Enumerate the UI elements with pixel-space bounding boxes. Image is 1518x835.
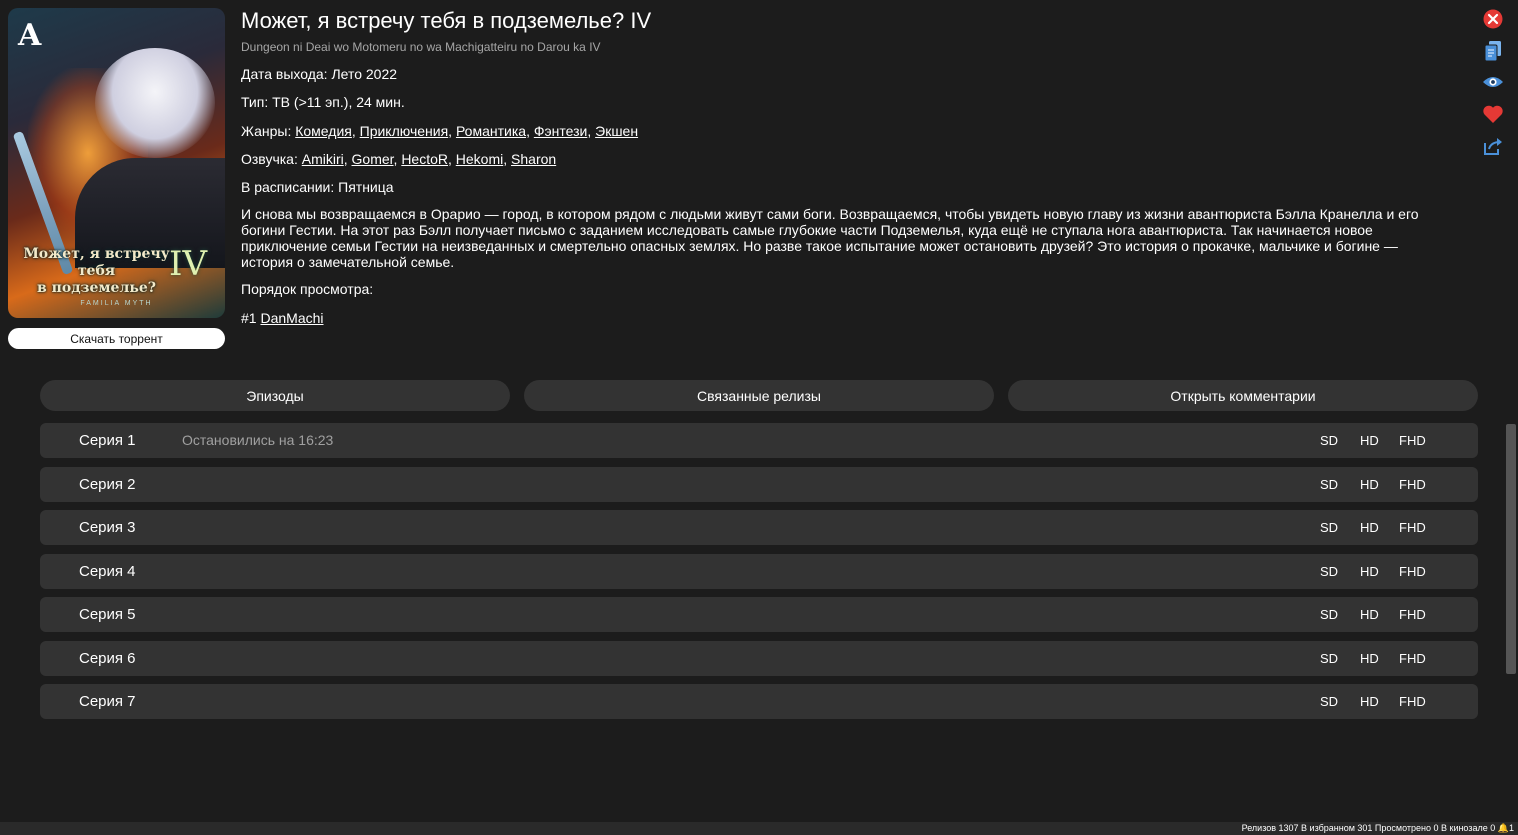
schedule-value: Пятница (338, 179, 394, 195)
tab-episodes[interactable]: Эпизоды (40, 380, 510, 411)
episode-row[interactable]: Серия 2 SD HD FHD (40, 467, 1478, 502)
copy-icon[interactable] (1482, 40, 1504, 62)
heart-icon[interactable] (1482, 103, 1504, 125)
quality-hd-button[interactable]: HD (1360, 564, 1379, 579)
status-bar: Релизов 1307 В избранном 301 Просмотрено… (0, 822, 1518, 835)
release-title: Может, я встречу тебя в подземелье? IV (241, 8, 652, 33)
scrollbar-thumb[interactable] (1506, 424, 1516, 674)
episode-name: Серия 6 (79, 650, 136, 667)
notification-bell-icon[interactable]: 🔔 (1498, 823, 1509, 833)
schedule-label: В расписании: (241, 179, 335, 195)
quality-sd-button[interactable]: SD (1320, 520, 1338, 535)
quality-sd-button[interactable]: SD (1320, 651, 1338, 666)
quality-hd-button[interactable]: HD (1360, 477, 1379, 492)
quality-sd-button[interactable]: SD (1320, 607, 1338, 622)
episode-row[interactable]: Серия 3 SD HD FHD (40, 510, 1478, 545)
quality-hd-button[interactable]: HD (1360, 694, 1379, 709)
download-torrent-button[interactable]: Скачать торрент (8, 328, 225, 349)
episode-resume-position: Остановились на 16:23 (182, 432, 334, 448)
episode-name: Серия 7 (79, 693, 136, 710)
episode-row[interactable]: Серия 6 SD HD FHD (40, 641, 1478, 676)
genre-link[interactable]: Экшен (595, 123, 638, 139)
notification-count: 1 (1508, 823, 1514, 833)
quality-fhd-button[interactable]: FHD (1399, 477, 1426, 492)
quality-sd-button[interactable]: SD (1320, 433, 1338, 448)
episode-name: Серия 4 (79, 563, 136, 580)
genre-link[interactable]: Приключения (360, 123, 449, 139)
episode-name: Серия 1 (79, 432, 136, 449)
quality-fhd-button[interactable]: FHD (1399, 520, 1426, 535)
release-date-label: Дата выхода: (241, 66, 328, 82)
poster-subtitle: FAMILIA MYTH (80, 300, 153, 307)
quality-hd-button[interactable]: HD (1360, 607, 1379, 622)
quality-sd-button[interactable]: SD (1320, 564, 1338, 579)
scrollbar-track[interactable] (1504, 0, 1518, 822)
quality-fhd-button[interactable]: FHD (1399, 651, 1426, 666)
close-icon[interactable] (1482, 8, 1504, 30)
release-type-label: Тип: (241, 94, 269, 110)
genres-label: Жанры: (241, 123, 292, 139)
release-description: И снова мы возвращаемся в Орарио — город… (241, 206, 1419, 270)
genre-link[interactable]: Фэнтези (534, 123, 588, 139)
eye-icon[interactable] (1482, 71, 1504, 93)
share-icon[interactable] (1482, 135, 1504, 157)
release-date-row: Дата выхода: Лето 2022 (241, 66, 397, 83)
episode-row[interactable]: Серия 7 SD HD FHD (40, 684, 1478, 719)
quality-fhd-button[interactable]: FHD (1399, 607, 1426, 622)
voice-link[interactable]: Sharon (511, 151, 556, 167)
watch-order-number: #1 (241, 310, 257, 326)
release-voices-row: Озвучка: Amikiri, Gomer, HectoR, Hekomi,… (241, 151, 557, 167)
genre-link[interactable]: Романтика (456, 123, 526, 139)
quality-sd-button[interactable]: SD (1320, 477, 1338, 492)
release-date-value: Лето 2022 (331, 66, 398, 82)
poster-image: A Может, я встречу тебя в подземелье? IV… (8, 8, 225, 318)
watch-order-label: Порядок просмотра: (241, 281, 374, 297)
voices-label: Озвучка: (241, 151, 298, 167)
poster-roman-numeral: IV (169, 244, 207, 284)
release-original-title: Dungeon ni Deai wo Motomeru no wa Machig… (241, 40, 601, 54)
watch-order-item: #1 DanMachi (241, 310, 324, 327)
release-info: Может, я встречу тебя в подземелье? IV D… (241, 8, 1451, 326)
status-counts: Релизов 1307 В избранном 301 Просмотрено… (1241, 823, 1496, 833)
episode-name: Серия 3 (79, 519, 136, 536)
release-type-row: Тип: ТВ (>11 эп.), 24 мин. (241, 94, 405, 111)
voice-link[interactable]: Hekomi (456, 151, 503, 167)
poster-character-hair (95, 48, 215, 158)
release-type-value: ТВ (>11 эп.), 24 мин. (272, 94, 405, 110)
quality-hd-button[interactable]: HD (1360, 520, 1379, 535)
episode-row[interactable]: Серия 5 SD HD FHD (40, 597, 1478, 632)
tab-open-comments[interactable]: Открыть комментарии (1008, 380, 1478, 411)
poster-title-line1: Может, я встречу тебя (23, 246, 170, 279)
watch-order-link[interactable]: DanMachi (260, 310, 323, 326)
quality-hd-button[interactable]: HD (1360, 433, 1379, 448)
poster-logo: A (18, 18, 41, 53)
quality-sd-button[interactable]: SD (1320, 694, 1338, 709)
poster-title-line2: в подземелье? (37, 280, 156, 296)
release-schedule-row: В расписании: Пятница (241, 179, 394, 196)
quality-fhd-button[interactable]: FHD (1399, 433, 1426, 448)
episode-row[interactable]: Серия 1 Остановились на 16:23 SD HD FHD (40, 423, 1478, 458)
quality-fhd-button[interactable]: FHD (1399, 564, 1426, 579)
episode-row[interactable]: Серия 4 SD HD FHD (40, 554, 1478, 589)
voice-link[interactable]: Amikiri (302, 151, 344, 167)
genre-link[interactable]: Комедия (295, 123, 352, 139)
quality-fhd-button[interactable]: FHD (1399, 694, 1426, 709)
episode-name: Серия 2 (79, 476, 136, 493)
tab-related-releases[interactable]: Связанные релизы (524, 380, 994, 411)
episode-name: Серия 5 (79, 606, 136, 623)
voice-link[interactable]: Gomer (352, 151, 394, 167)
release-genres-row: Жанры: Комедия, Приключения, Романтика, … (241, 123, 639, 139)
quality-hd-button[interactable]: HD (1360, 651, 1379, 666)
voice-link[interactable]: HectoR (401, 151, 448, 167)
